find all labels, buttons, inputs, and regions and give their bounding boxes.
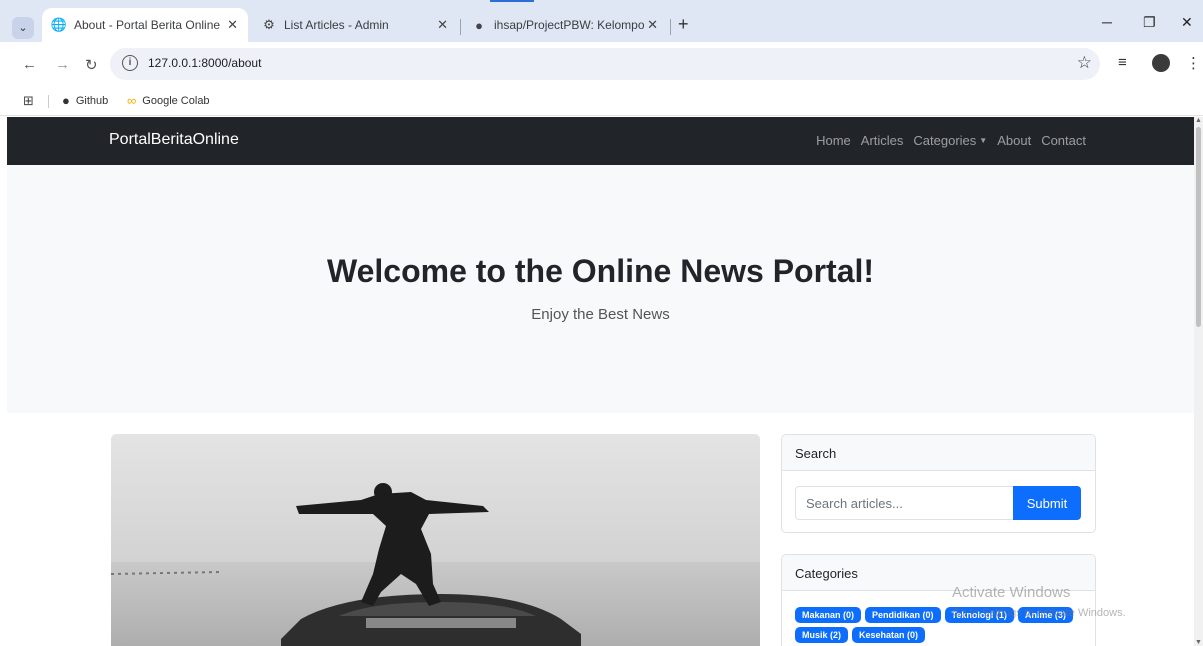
search-card-title: Search — [782, 435, 1095, 471]
tab-title: About - Portal Berita Online — [74, 18, 221, 32]
gear-icon: ⚙ — [263, 17, 275, 32]
close-window-icon[interactable]: ✕ — [1181, 14, 1193, 31]
scrollbar-thumb[interactable] — [1196, 127, 1201, 327]
close-tab-icon[interactable]: ✕ — [647, 17, 658, 33]
minimize-icon[interactable]: ─ — [1102, 14, 1112, 30]
bookmark-separator — [48, 95, 49, 108]
tab-github[interactable]: ● ihsap/ProjectPBW: Kelompok 1 ✕ — [462, 8, 668, 42]
tab-list-articles[interactable]: ⚙ List Articles - Admin ✕ — [252, 8, 458, 42]
nav-link-label: Categories — [913, 133, 977, 148]
category-badge-musik[interactable]: Musik (2) — [795, 627, 849, 643]
forward-icon[interactable]: → — [55, 56, 70, 73]
browser-toolbar: ← → ↻ i 127.0.0.1:8000/about ☆ ≡ ⋮ — [0, 42, 1203, 86]
activate-windows-subtitle: Go to Settings to activate Windows. — [952, 607, 1126, 619]
hero-section: Welcome to the Online News Portal! Enjoy… — [7, 165, 1194, 413]
article-photo — [111, 434, 760, 646]
bookmark-star-icon[interactable]: ☆ — [1077, 53, 1092, 73]
reading-list-icon[interactable]: ≡ — [1118, 54, 1127, 71]
page-scrollbar[interactable]: ▲ ▼ — [1194, 117, 1203, 646]
hero-subtitle: Enjoy the Best News — [531, 306, 670, 323]
bookmark-label: Google Colab — [142, 94, 210, 107]
menu-icon[interactable]: ⋮ — [1186, 54, 1201, 72]
page-viewport: PortalBeritaOnline Home Articles Categor… — [7, 117, 1194, 646]
close-tab-icon[interactable]: ✕ — [227, 17, 238, 33]
tab-about[interactable]: 🌐 About - Portal Berita Online ✕ — [42, 8, 248, 42]
tab-indicator — [490, 0, 534, 2]
nav-link-contact[interactable]: Contact — [1041, 133, 1086, 148]
globe-icon: 🌐 — [50, 17, 68, 32]
nav-link-categories[interactable]: Categories ▼ — [913, 133, 987, 148]
site-navbar: PortalBeritaOnline Home Articles Categor… — [7, 117, 1194, 165]
activate-windows-title: Activate Windows — [952, 584, 1071, 601]
category-badge-pendidikan[interactable]: Pendidikan (0) — [865, 607, 941, 623]
bookmark-google-colab[interactable]: ∞ Google Colab — [127, 93, 210, 108]
nav-links: Home Articles Categories ▼ About Contact — [816, 133, 1086, 148]
tab-title: ihsap/ProjectPBW: Kelompok 1 — [494, 18, 644, 32]
category-badge-kesehatan[interactable]: Kesehatan (0) — [852, 627, 926, 643]
maximize-icon[interactable]: ❐ — [1143, 14, 1156, 31]
tab-separator — [670, 19, 671, 35]
new-tab-icon[interactable]: + — [678, 14, 689, 35]
browser-tab-bar: ⌄ 🌐 About - Portal Berita Online ✕ ⚙ Lis… — [0, 0, 1203, 42]
scroll-down-icon[interactable]: ▼ — [1195, 639, 1202, 646]
caret-down-icon: ▼ — [979, 136, 988, 145]
url-text[interactable]: 127.0.0.1:8000/about — [148, 56, 261, 70]
apps-grid-icon[interactable]: ⊞ — [23, 93, 34, 109]
profile-avatar[interactable] — [1152, 54, 1170, 72]
back-icon[interactable]: ← — [22, 56, 37, 73]
site-brand[interactable]: PortalBeritaOnline — [109, 131, 239, 149]
address-bar[interactable]: i 127.0.0.1:8000/about ☆ — [110, 48, 1100, 80]
bookmark-github[interactable]: ● Github — [62, 93, 108, 108]
tab-title: List Articles - Admin — [284, 18, 389, 32]
nav-link-home[interactable]: Home — [816, 133, 851, 148]
nav-link-about[interactable]: About — [997, 133, 1031, 148]
reload-icon[interactable]: ↻ — [85, 56, 98, 74]
scroll-up-icon[interactable]: ▲ — [1195, 117, 1202, 124]
hero-title: Welcome to the Online News Portal! — [326, 253, 875, 289]
site-info-icon[interactable]: i — [122, 55, 138, 71]
search-card: Search Submit — [781, 434, 1096, 533]
colab-icon: ∞ — [127, 93, 137, 108]
search-input[interactable] — [795, 486, 1013, 520]
tab-search-button[interactable]: ⌄ — [12, 17, 34, 39]
tab-separator — [460, 19, 461, 35]
close-tab-icon[interactable]: ✕ — [437, 17, 448, 33]
github-icon: ● — [62, 93, 70, 108]
category-badge-makanan[interactable]: Makanan (0) — [795, 607, 862, 623]
bookmarks-bar: ⊞ ● Github ∞ Google Colab — [0, 86, 1203, 116]
nav-link-articles[interactable]: Articles — [861, 133, 904, 148]
bookmark-label: Github — [75, 94, 109, 107]
search-form: Submit — [795, 486, 1081, 520]
featured-article-image[interactable] — [111, 434, 760, 646]
github-icon: ● — [475, 17, 483, 33]
search-submit-button[interactable]: Submit — [1013, 486, 1081, 520]
